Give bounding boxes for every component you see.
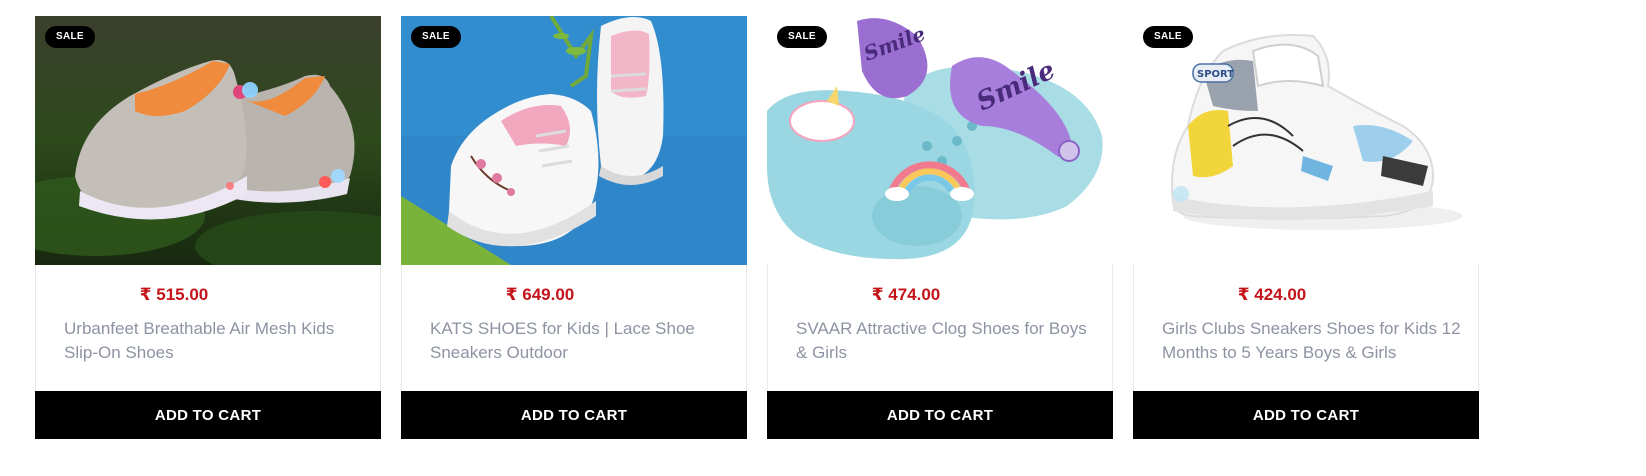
add-to-cart-button[interactable]: ADD TO CART <box>1133 391 1479 439</box>
product-title[interactable]: KATS SHOES for Kids | Lace Shoe Sneakers… <box>430 317 730 365</box>
svg-text:SPORT: SPORT <box>1197 69 1234 80</box>
product-price: ₹ 515.00 <box>139 285 209 304</box>
product-card: SALE ₹ 515.00 Urbanfeet Breathable Air M… <box>35 16 381 439</box>
product-image[interactable]: Smile Smile <box>767 16 1113 265</box>
product-card: Smile Smile SALE ₹ 474.00 SVAAR Attracti… <box>767 16 1113 439</box>
sale-badge: SALE <box>45 26 95 48</box>
add-to-cart-button[interactable]: ADD TO CART <box>767 391 1113 439</box>
sale-badge: SALE <box>777 26 827 48</box>
product-price: ₹ 424.00 <box>1237 285 1307 304</box>
product-card: SALE ₹ 649.00 KATS SHOES for Kids | Lace… <box>401 16 747 439</box>
add-to-cart-button[interactable]: ADD TO CART <box>35 391 381 439</box>
sale-badge: SALE <box>411 26 461 48</box>
product-grid: SALE ₹ 515.00 Urbanfeet Breathable Air M… <box>35 16 1479 439</box>
product-card: SPORT SALE ₹ 424.00 Girls Clubs Sneakers… <box>1133 16 1479 439</box>
product-price: ₹ 474.00 <box>871 285 941 304</box>
product-image[interactable]: SPORT <box>1133 16 1479 265</box>
product-title[interactable]: Girls Clubs Sneakers Shoes for Kids 12 M… <box>1162 317 1462 365</box>
product-title[interactable]: SVAAR Attractive Clog Shoes for Boys & G… <box>796 317 1096 365</box>
product-image[interactable] <box>401 16 747 265</box>
product-price: ₹ 649.00 <box>505 285 575 304</box>
add-to-cart-button[interactable]: ADD TO CART <box>401 391 747 439</box>
product-image[interactable] <box>35 16 381 265</box>
product-title[interactable]: Urbanfeet Breathable Air Mesh Kids Slip-… <box>64 317 364 365</box>
sale-badge: SALE <box>1143 26 1193 48</box>
